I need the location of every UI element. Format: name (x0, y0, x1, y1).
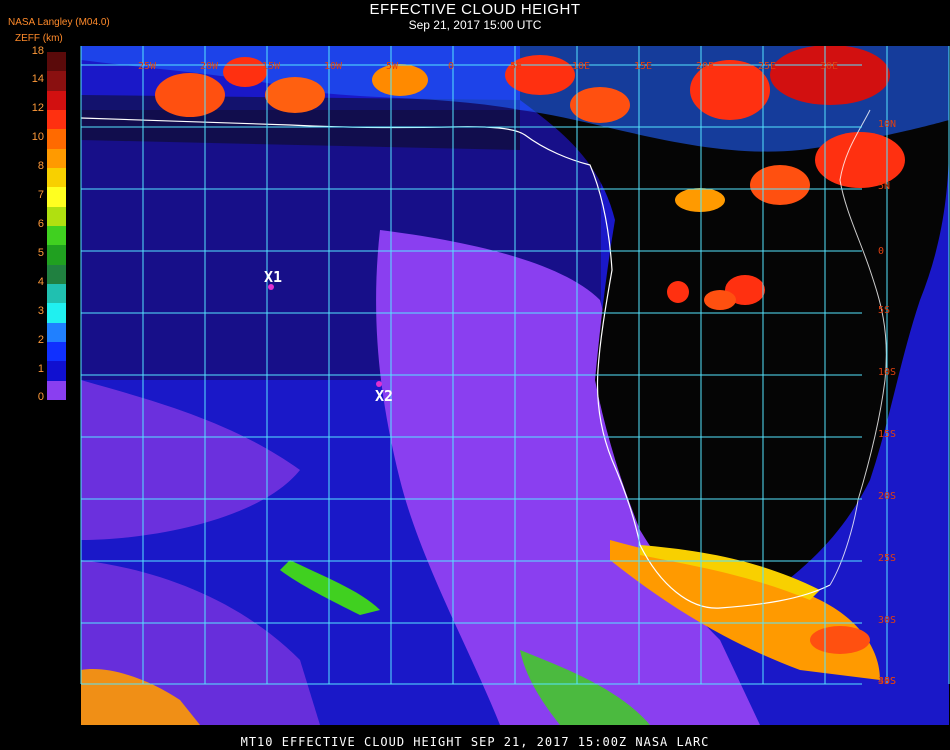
satellite-map: 25W 20W 15W 10W 5W 0 5E 10E 15E 20E 25E 30E 10N 5N 0 5S… (80, 46, 950, 725)
marker-label-x2: X2 (375, 387, 394, 405)
storm-cell-13 (667, 281, 689, 303)
storm-cell-10 (750, 165, 810, 205)
latitude-label: 0 (878, 246, 884, 257)
footer-caption: MT10 EFFECTIVE CLOUD HEIGHT SEP 21, 2017… (240, 735, 710, 749)
longitude-label: 0 (448, 61, 454, 72)
latitude-label: 5S (878, 305, 890, 316)
latitude-label: 40S (878, 676, 896, 687)
storm-cell-4 (372, 64, 428, 96)
storm-cell-2 (223, 57, 267, 87)
southern-front-core (810, 626, 870, 654)
longitude-label: 15E (634, 61, 652, 72)
longitude-label: 5E (510, 61, 522, 72)
latitude-label: 30S (878, 615, 896, 626)
longitude-label: 25W (138, 61, 157, 72)
longitude-label: 5W (386, 61, 399, 72)
latitude-label: 25S (878, 553, 896, 564)
longitude-label: 10W (324, 61, 343, 72)
longitude-label: 20E (696, 61, 714, 72)
latitude-label: 10S (878, 367, 896, 378)
latitude-label: 5N (878, 181, 890, 192)
storm-cell-11 (675, 188, 725, 212)
marker-dot (268, 284, 274, 290)
longitude-label: 20W (200, 61, 219, 72)
latitude-label: 15S (878, 429, 896, 440)
marker-dot (376, 381, 382, 387)
latitude-label: 10N (878, 119, 896, 130)
storm-cell-8 (770, 46, 890, 105)
marker-label-x1: X1 (264, 268, 283, 286)
longitude-label: 15W (262, 61, 281, 72)
longitude-label: 30E (820, 61, 838, 72)
storm-cell-1 (155, 73, 225, 117)
storm-cell-3 (265, 77, 325, 113)
storm-cell-6 (570, 87, 630, 123)
storm-cell-9 (815, 132, 905, 188)
latitude-label: 20S (878, 491, 896, 502)
longitude-label: 25E (758, 61, 776, 72)
longitude-label: 10E (572, 61, 590, 72)
storm-cell-14 (704, 290, 736, 310)
